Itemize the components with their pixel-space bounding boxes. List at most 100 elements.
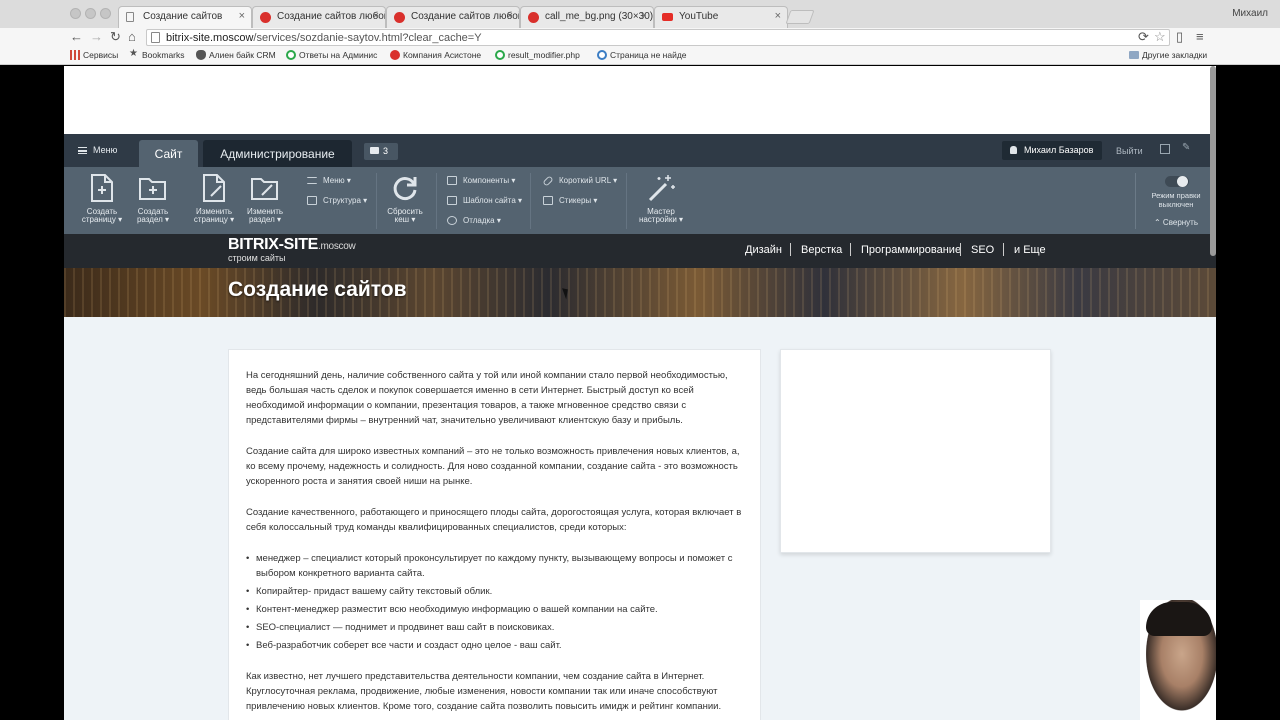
reset-cache-button[interactable]: Сбросить кеш ▾ bbox=[377, 173, 433, 224]
other-bookmarks[interactable]: Другие закладки bbox=[1129, 50, 1207, 60]
notifications-button[interactable]: 3 bbox=[364, 143, 398, 160]
bookmark-item[interactable]: Сервисы bbox=[70, 50, 118, 60]
close-tab-icon[interactable]: × bbox=[641, 10, 647, 22]
url-input[interactable]: bitrix-site.moscow/services/sozdanie-say… bbox=[146, 29, 1170, 46]
forward-arrow-icon[interactable]: → bbox=[90, 29, 103, 44]
home-icon[interactable]: ⌂ bbox=[128, 29, 136, 44]
page-icon bbox=[126, 12, 134, 22]
admin-panel-tools: Создать страницу ▾ Создать раздел ▾ Измени… bbox=[64, 167, 1216, 234]
profile-name[interactable]: Михаил bbox=[1232, 8, 1268, 19]
pin-icon[interactable]: ✎ bbox=[1182, 142, 1192, 153]
list-item: менеджер – специалист который проконсуль… bbox=[246, 551, 743, 581]
webcam-overlay-hair bbox=[1146, 602, 1212, 636]
bookmark-item[interactable]: ★ Bookmarks bbox=[129, 48, 185, 60]
nav-link[interactable]: Программирование bbox=[861, 244, 961, 256]
sticker-icon bbox=[543, 196, 553, 205]
youtube-icon bbox=[662, 13, 673, 21]
page-title: Создание сайтов bbox=[228, 278, 407, 301]
toolbar-divider bbox=[530, 173, 531, 229]
bookmark-item[interactable]: Алиен байк CRM bbox=[196, 50, 276, 60]
components-tool[interactable]: Компоненты ▾ bbox=[447, 176, 515, 185]
menu-tool[interactable]: Меню ▾ bbox=[307, 176, 351, 185]
list-item: SEO-специалист — поднимет и продвинет ва… bbox=[246, 620, 743, 635]
url-text: bitrix-site.moscow/services/sozdanie-say… bbox=[166, 32, 482, 44]
back-arrow-icon[interactable]: ← bbox=[70, 29, 83, 44]
browser-tab[interactable]: call_me_bg.png (30×30) × bbox=[520, 6, 654, 28]
edit-page-button[interactable]: Изменить страницу ▾ bbox=[186, 173, 242, 224]
structure-tool[interactable]: Структура ▾ bbox=[307, 196, 367, 205]
close-tab-icon[interactable]: × bbox=[239, 10, 245, 22]
debug-tool[interactable]: Отладка ▾ bbox=[447, 216, 501, 225]
bookmarks-bar: Сервисы ★ Bookmarks Алиен байк CRM Ответы… bbox=[0, 47, 1280, 65]
extension-reload-icon[interactable]: ⟳ bbox=[1138, 29, 1149, 45]
component-icon bbox=[447, 176, 457, 185]
nav-divider bbox=[850, 243, 851, 256]
edit-mode-toggle[interactable] bbox=[1165, 176, 1189, 187]
edit-section-button[interactable]: Изменить раздел ▾ bbox=[237, 173, 293, 224]
link-icon bbox=[542, 175, 554, 187]
close-tab-icon[interactable]: × bbox=[373, 10, 379, 22]
browser-tab[interactable]: Создание сайтов любой с × bbox=[252, 6, 386, 28]
green-circle-icon bbox=[286, 50, 296, 60]
address-toolbar: ← → ↻ ⌂ bitrix-site.moscow/services/sozd… bbox=[0, 28, 1280, 47]
bookmark-item[interactable]: result_modifier.php bbox=[495, 50, 580, 60]
bookmark-item[interactable]: Компания Асистоне bbox=[390, 50, 481, 60]
site-favicon-icon bbox=[528, 12, 539, 23]
device-icon[interactable]: ▯ bbox=[1176, 29, 1183, 45]
new-tab-button[interactable] bbox=[785, 10, 815, 24]
nav-link[interactable]: SEO bbox=[971, 244, 994, 256]
folder-icon bbox=[1129, 51, 1139, 59]
nav-link[interactable]: и Еще bbox=[1014, 244, 1046, 256]
list-item: Веб-разработчик соберет все части и созд… bbox=[246, 638, 743, 653]
site-favicon-icon bbox=[390, 50, 400, 60]
collapse-panel-button[interactable]: ⌃ Свернуть bbox=[1154, 218, 1198, 227]
menu-icon[interactable]: ≡ bbox=[1196, 29, 1204, 44]
browser-tab[interactable]: YouTube × bbox=[654, 6, 788, 28]
close-tab-icon[interactable]: × bbox=[775, 10, 781, 22]
nav-link[interactable]: Верстка bbox=[801, 244, 842, 256]
nav-divider bbox=[960, 243, 961, 256]
admin-menu-button[interactable]: Меню bbox=[78, 145, 117, 155]
window-icon[interactable] bbox=[1160, 144, 1170, 154]
alien-icon bbox=[196, 50, 206, 60]
create-page-button[interactable]: Создать страницу ▾ bbox=[74, 173, 130, 224]
magic-wand-icon bbox=[648, 175, 675, 202]
apps-grid-icon bbox=[70, 50, 80, 60]
minimize-window-icon[interactable] bbox=[85, 8, 96, 19]
create-section-button[interactable]: Создать раздел ▾ bbox=[125, 173, 181, 224]
browser-tab[interactable]: Создание сайтов × bbox=[118, 6, 252, 29]
page-top-area bbox=[64, 66, 1216, 134]
toolbar-divider bbox=[436, 173, 437, 229]
close-window-icon[interactable] bbox=[70, 8, 81, 19]
logout-link[interactable]: Выйти bbox=[1116, 146, 1143, 156]
site-template-tool[interactable]: Шаблон сайта ▾ bbox=[447, 196, 522, 205]
debug-icon bbox=[447, 216, 457, 225]
comment-icon bbox=[370, 147, 379, 154]
setup-wizard-button[interactable]: Мастер настройки ▾ bbox=[633, 173, 689, 224]
bookmark-item[interactable]: Страница не найде bbox=[597, 50, 687, 60]
tab-site[interactable]: Сайт bbox=[139, 140, 198, 167]
short-url-tool[interactable]: Короткий URL ▾ bbox=[542, 175, 617, 187]
page-icon bbox=[151, 32, 160, 43]
nav-link[interactable]: Дизайн bbox=[745, 244, 782, 256]
article-paragraph: На сегодняшний день, наличие собственног… bbox=[246, 370, 728, 426]
site-logo[interactable]: BITRIX-SITE.moscow bbox=[228, 236, 356, 254]
tab-administration[interactable]: Администрирование bbox=[203, 140, 352, 167]
bookmark-item[interactable]: Ответы на Админис bbox=[286, 50, 377, 60]
stickers-tool[interactable]: Стикеры ▾ bbox=[543, 196, 597, 205]
edit-mode-label: Режим правки выключен bbox=[1151, 191, 1201, 209]
list-icon bbox=[307, 177, 317, 184]
close-tab-icon[interactable]: × bbox=[507, 10, 513, 22]
page-viewport: Меню Сайт Администрирование 3 Михаил Баз… bbox=[64, 66, 1216, 720]
page-scrollbar[interactable] bbox=[1210, 66, 1216, 256]
site-tagline: строим сайты bbox=[228, 253, 286, 263]
reload-icon[interactable]: ↻ bbox=[110, 29, 121, 45]
article-paragraph: Создание сайта для широко известных комп… bbox=[246, 446, 740, 487]
star-icon[interactable]: ☆ bbox=[1154, 29, 1166, 45]
user-button[interactable]: Михаил Базаров bbox=[1002, 141, 1102, 160]
tab-title: call_me_bg.png (30×30) bbox=[545, 11, 654, 22]
article-paragraph: Создание качественного, работающего и пр… bbox=[246, 507, 742, 533]
browser-tab[interactable]: Создание сайтов любой с × bbox=[386, 6, 520, 28]
toolbar-divider bbox=[1135, 173, 1136, 229]
maximize-window-icon[interactable] bbox=[100, 8, 111, 19]
